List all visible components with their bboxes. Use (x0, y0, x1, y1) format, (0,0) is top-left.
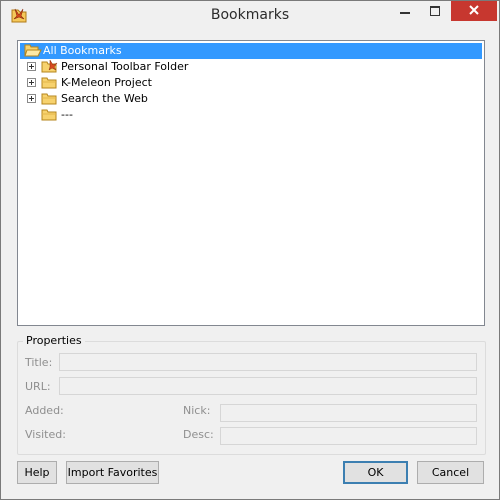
properties-group-title: Properties (23, 334, 85, 347)
tree-item-separator[interactable]: --- (59, 107, 75, 123)
tree-item-personal-toolbar-folder[interactable]: Personal Toolbar Folder (59, 59, 190, 75)
folder-icon (41, 77, 57, 89)
title-bar[interactable]: Bookmarks (1, 1, 499, 31)
tree-item-all-bookmarks[interactable]: All Bookmarks (41, 43, 124, 59)
added-label: Added: (25, 404, 64, 417)
import-favorites-button[interactable]: Import Favorites (66, 461, 159, 484)
open-folder-icon (24, 44, 42, 57)
nick-label: Nick: (183, 404, 211, 417)
cancel-button[interactable]: Cancel (417, 461, 484, 484)
ok-button[interactable]: OK (343, 461, 408, 484)
toolbar-folder-icon (41, 59, 58, 73)
desc-field (220, 427, 477, 445)
url-label: URL: (25, 380, 51, 393)
bookmarks-dialog: Bookmarks All Bookmarks Personal Toolbar… (0, 0, 500, 500)
close-button[interactable] (451, 1, 497, 21)
minimize-button[interactable] (390, 1, 420, 22)
expand-icon[interactable] (27, 62, 36, 71)
desc-label: Desc: (183, 428, 214, 441)
title-field (59, 353, 477, 371)
bookmarks-tree[interactable]: All Bookmarks Personal Toolbar Folder K-… (17, 40, 485, 326)
folder-icon (41, 93, 57, 105)
url-field (59, 377, 477, 395)
close-icon (469, 5, 479, 15)
minimize-icon (400, 12, 410, 14)
folder-icon (41, 109, 57, 121)
tree-item-k-meleon-project[interactable]: K-Meleon Project (59, 75, 154, 91)
nick-field (220, 404, 477, 422)
help-button[interactable]: Help (17, 461, 57, 484)
title-label: Title: (25, 356, 53, 369)
expand-icon[interactable] (27, 94, 36, 103)
maximize-button[interactable] (420, 1, 450, 22)
tree-item-search-the-web[interactable]: Search the Web (59, 91, 150, 107)
expand-icon[interactable] (27, 78, 36, 87)
visited-label: Visited: (25, 428, 66, 441)
maximize-icon (430, 6, 440, 16)
